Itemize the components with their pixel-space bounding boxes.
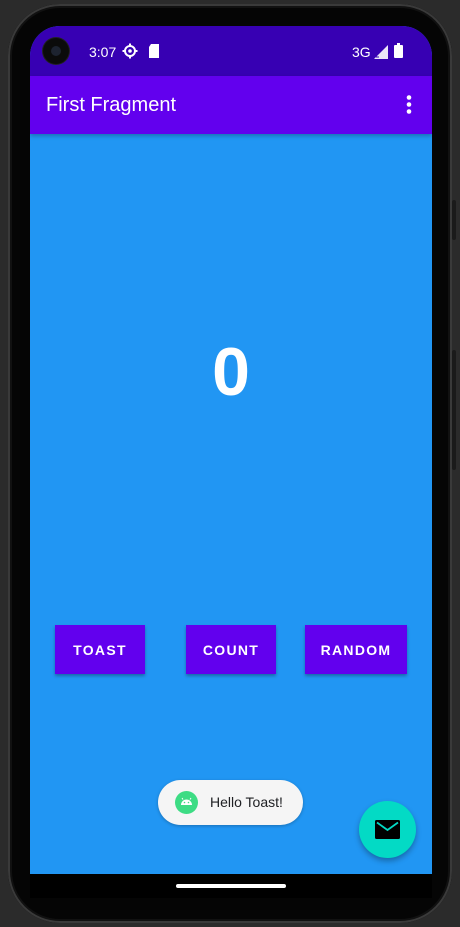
toast-button-label: TOAST xyxy=(73,641,127,658)
volume-button xyxy=(452,350,456,470)
navigation-bar xyxy=(30,874,432,898)
toast-popup: Hello Toast! xyxy=(158,780,303,825)
app-bar: First Fragment xyxy=(30,76,432,134)
more-vert-icon[interactable] xyxy=(396,92,422,118)
battery-icon xyxy=(394,43,403,63)
count-button-label: COUNT xyxy=(202,641,260,658)
front-camera xyxy=(43,38,69,64)
screen: 3:07 3G First Fragment 0 TOAST COUNT RAN… xyxy=(30,26,432,874)
toast-button[interactable]: TOAST xyxy=(55,625,145,674)
status-bar: 3:07 3G xyxy=(30,26,432,76)
network-type: 3G xyxy=(352,44,371,60)
app-title: First Fragment xyxy=(46,94,177,116)
email-fab-button[interactable] xyxy=(359,801,416,858)
random-button-label: RANDOM xyxy=(320,641,392,658)
counter-text: 0 xyxy=(212,334,250,410)
power-button xyxy=(452,200,456,240)
android-icon xyxy=(175,791,198,814)
email-icon xyxy=(375,820,400,844)
random-button[interactable]: RANDOM xyxy=(305,625,407,674)
camera-lens xyxy=(51,46,61,56)
sd-card-icon xyxy=(148,44,160,63)
status-time: 3:07 xyxy=(89,44,117,60)
signal-icon xyxy=(374,45,388,64)
toast-message: Hello Toast! xyxy=(210,794,283,810)
settings-gear-icon xyxy=(122,43,138,64)
count-button[interactable]: COUNT xyxy=(186,625,276,674)
home-gesture-handle[interactable] xyxy=(176,884,286,888)
